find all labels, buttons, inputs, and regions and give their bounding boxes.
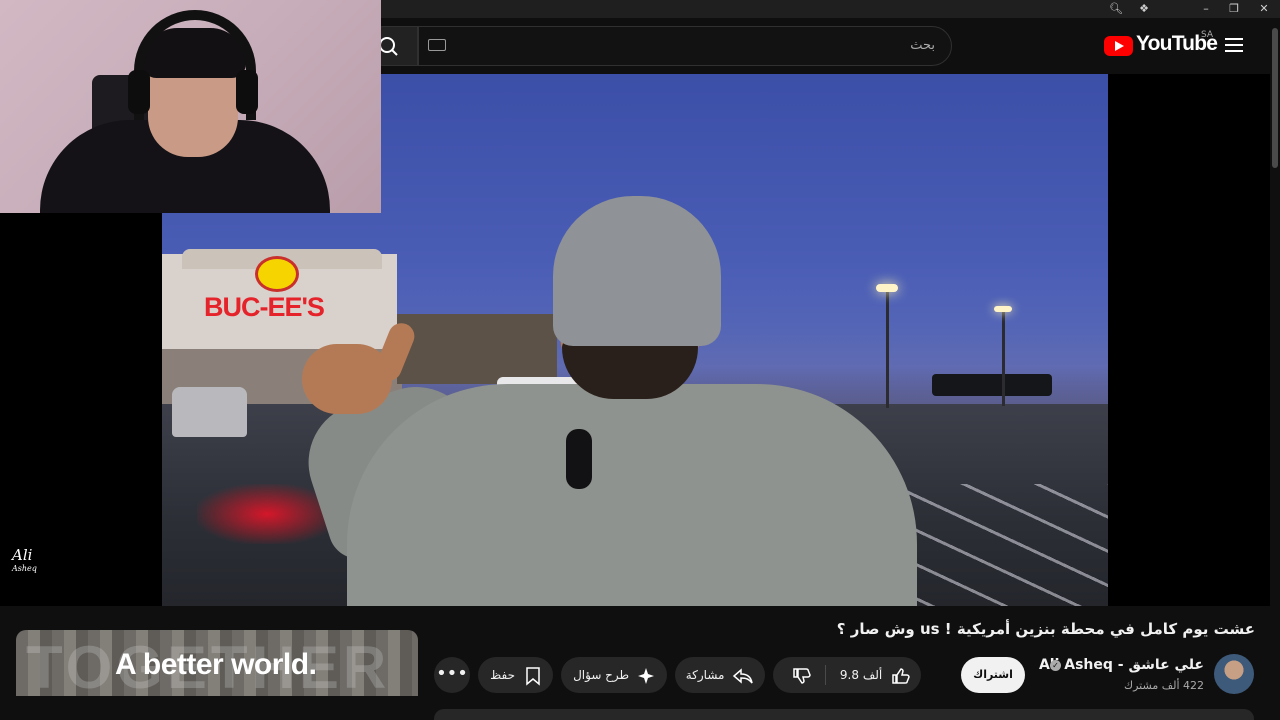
ask-question-button[interactable]: طرح سؤال	[561, 657, 667, 693]
like-count: 9.8 ألف	[839, 668, 883, 682]
more-icon: •••	[436, 663, 468, 684]
person-sweater	[347, 384, 917, 606]
menu-icon[interactable]	[1225, 38, 1243, 52]
zoom-icon[interactable]: 🔍︎	[1109, 2, 1123, 16]
lapel-mic	[566, 429, 592, 489]
save-button[interactable]: حفظ	[478, 657, 553, 693]
street-lamp	[1002, 310, 1005, 406]
share-button[interactable]: مشاركة	[675, 657, 765, 693]
ad-headline[interactable]: A better world.	[115, 648, 317, 682]
channel-avatar[interactable]	[1214, 654, 1254, 694]
extensions-icon[interactable]: ❖	[1137, 2, 1151, 16]
close-icon[interactable]: ✕	[1257, 2, 1271, 16]
street-lamp	[886, 288, 889, 408]
store-logo	[255, 256, 299, 292]
sparkle-icon	[637, 667, 654, 684]
lamp-light	[876, 284, 898, 292]
car	[172, 387, 247, 437]
share-label: مشاركة	[685, 668, 725, 682]
headphone-ear-left	[128, 70, 150, 114]
thumbs-down-icon	[793, 667, 811, 684]
like-dislike-group: 9.8 ألف	[773, 657, 921, 693]
person-beanie	[553, 196, 721, 346]
channel-watermark: Ali Asheq	[12, 548, 54, 580]
person-hand	[302, 344, 392, 414]
youtube-logo-icon[interactable]	[1104, 36, 1133, 56]
restore-icon[interactable]: ❐	[1227, 2, 1241, 16]
channel-name[interactable]: علي عاشق - Ali Asheq	[1039, 657, 1204, 673]
store-sign: BUC-EE'S	[204, 292, 325, 322]
webcam-overlay	[0, 0, 381, 213]
lamp-light	[994, 306, 1012, 312]
minimize-icon[interactable]: –	[1199, 2, 1213, 16]
subscribe-button[interactable]: اشتراك	[961, 657, 1025, 693]
subscriber-count: 422 ألف مشترك	[1124, 679, 1204, 692]
store-building-2	[397, 314, 557, 384]
like-button[interactable]: 9.8 ألف	[833, 657, 917, 693]
ask-label: طرح سؤال	[573, 668, 630, 682]
share-icon	[733, 667, 754, 684]
video-title: عشت يوم كامل في محطة بنزين أمريكية ! us …	[836, 620, 1255, 638]
region-code: SA	[1201, 30, 1214, 40]
more-actions-button[interactable]: •••	[434, 657, 470, 693]
comments-section[interactable]	[434, 709, 1254, 720]
car-row	[932, 374, 1052, 396]
save-label: حفظ	[490, 668, 516, 682]
search-input[interactable]: بحث	[418, 26, 952, 66]
dislike-button[interactable]	[779, 657, 823, 693]
bookmark-icon	[526, 666, 540, 686]
like-divider	[825, 665, 826, 685]
watermark-sub: Asheq	[12, 564, 37, 573]
verified-icon: ✓	[1050, 660, 1061, 671]
ad-strip	[16, 696, 418, 720]
thumbs-up-icon	[892, 667, 910, 684]
scrollbar-thumb[interactable]	[1272, 28, 1278, 168]
keyboard-icon[interactable]	[428, 39, 446, 51]
headphone-ear-right	[236, 70, 258, 114]
